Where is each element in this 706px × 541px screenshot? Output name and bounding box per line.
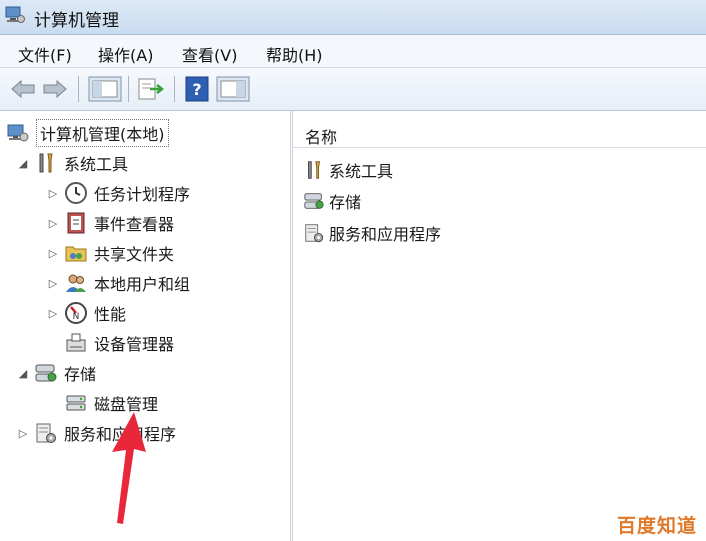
tree-label-task-scheduler: 任务计划程序 xyxy=(94,185,191,204)
tree-label-storage: 存储 xyxy=(64,365,97,384)
forward-icon[interactable] xyxy=(40,76,70,102)
event-viewer-icon xyxy=(67,212,85,234)
tree-label-services-apps: 服务和应用程序 xyxy=(64,425,177,444)
collapsed-arrow-icon[interactable]: ▷ xyxy=(16,427,30,440)
disk-icon xyxy=(66,395,86,411)
toolbar: ? xyxy=(0,68,706,111)
menu-action[interactable]: 操作(A) xyxy=(98,42,153,66)
console-tree-icon[interactable] xyxy=(88,76,122,102)
tree-item-shared-folders[interactable]: ▷ 共享文件夹 xyxy=(46,239,174,267)
collapsed-arrow-icon[interactable]: ▷ xyxy=(46,217,60,230)
tree-item-system-tools[interactable]: ◢ 系统工具 xyxy=(16,149,128,177)
tools-icon xyxy=(39,153,53,173)
expanded-arrow-icon[interactable]: ◢ xyxy=(16,157,30,170)
tree-item-task-scheduler[interactable]: ▷ 任务计划程序 xyxy=(46,179,190,207)
title-bar: 计算机管理 xyxy=(0,0,706,35)
tree-item-local-users[interactable]: ▷ 本地用户和组 xyxy=(46,269,190,297)
computer-management-icon xyxy=(7,124,29,142)
column-header-name[interactable]: 名称 xyxy=(293,119,706,148)
console-tree: 计算机管理(本地) ◢ 系统工具 ▷ 任务计划程序 ▷ 事件查看器 ▷ 共享文件… xyxy=(0,111,291,541)
tree-item-storage[interactable]: ◢ 存储 xyxy=(16,359,96,387)
help-icon[interactable]: ? xyxy=(184,76,210,102)
tree-item-disk-management[interactable]: 磁盘管理 xyxy=(64,389,158,417)
tree-label-event-viewer: 事件查看器 xyxy=(94,215,175,234)
services-icon xyxy=(305,224,324,243)
list-item[interactable]: 系统工具 xyxy=(303,157,393,183)
tree-label-local-users: 本地用户和组 xyxy=(94,275,191,294)
tree-item-root[interactable]: 计算机管理(本地) xyxy=(6,119,169,147)
storage-icon xyxy=(35,364,57,382)
tree-label-performance: 性能 xyxy=(94,305,127,324)
collapsed-arrow-icon[interactable]: ▷ xyxy=(46,187,60,200)
tree-label-shared-folders: 共享文件夹 xyxy=(94,245,175,264)
menu-file[interactable]: 文件(F) xyxy=(18,42,72,66)
storage-icon xyxy=(304,193,324,209)
performance-icon: N xyxy=(65,302,87,324)
clock-icon xyxy=(65,182,87,204)
svg-text:?: ? xyxy=(192,80,201,99)
tree-item-device-manager[interactable]: 设备管理器 xyxy=(64,329,174,357)
collapsed-arrow-icon[interactable]: ▷ xyxy=(46,277,60,290)
svg-text:N: N xyxy=(73,312,80,322)
tree-label-device-manager: 设备管理器 xyxy=(94,335,175,354)
tree-item-performance[interactable]: ▷ N 性能 xyxy=(46,299,126,327)
window-title: 计算机管理 xyxy=(34,11,119,31)
export-icon[interactable] xyxy=(136,76,164,102)
device-manager-icon xyxy=(66,333,86,352)
collapsed-arrow-icon[interactable]: ▷ xyxy=(46,307,60,320)
watermark: 百度知道 xyxy=(617,515,698,537)
tree-label-system-tools: 系统工具 xyxy=(64,155,129,174)
action-pane-icon[interactable] xyxy=(216,76,250,102)
tree-item-services-apps[interactable]: ▷ 服务和应用程序 xyxy=(16,419,176,447)
services-icon xyxy=(36,423,56,443)
list-item-label: 存储 xyxy=(329,193,362,212)
tree-item-event-viewer[interactable]: ▷ 事件查看器 xyxy=(46,209,174,237)
list-item[interactable]: 服务和应用程序 xyxy=(303,220,441,246)
column-header-label: 名称 xyxy=(305,128,338,147)
tools-icon xyxy=(308,161,321,179)
menu-bar: 文件(F) 操作(A) 查看(V) 帮助(H) xyxy=(0,35,706,68)
menu-view[interactable]: 查看(V) xyxy=(182,42,237,66)
tree-label-root: 计算机管理(本地) xyxy=(36,119,169,147)
list-item[interactable]: 存储 xyxy=(303,188,361,214)
computer-management-icon xyxy=(5,6,25,23)
list-item-label: 系统工具 xyxy=(329,162,394,181)
list-item-label: 服务和应用程序 xyxy=(329,225,442,244)
shared-folder-icon xyxy=(65,246,87,262)
tree-label-disk-management: 磁盘管理 xyxy=(94,395,159,414)
menu-help[interactable]: 帮助(H) xyxy=(266,42,323,66)
back-icon[interactable] xyxy=(8,76,38,102)
collapsed-arrow-icon[interactable]: ▷ xyxy=(46,247,60,260)
list-pane: 名称 系统工具 存储 服务和应用程序 xyxy=(292,111,706,541)
users-icon xyxy=(66,274,86,292)
expanded-arrow-icon[interactable]: ◢ xyxy=(16,367,30,380)
